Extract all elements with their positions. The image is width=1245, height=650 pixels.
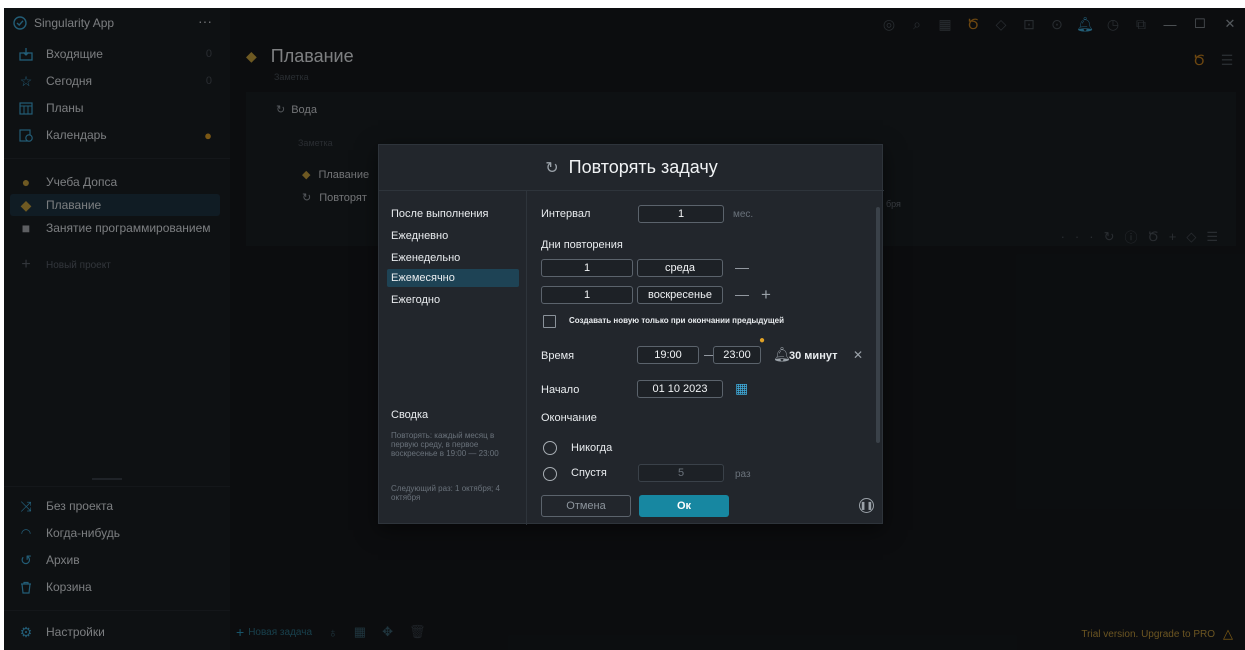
interval-unit: мес.	[733, 209, 754, 220]
summary-title: Сводка	[391, 409, 429, 421]
weekday-select[interactable]: среда	[637, 259, 723, 277]
end-after-unit: раз	[735, 469, 751, 480]
interval-input[interactable]: 1	[638, 205, 724, 223]
option-weekly[interactable]: Еженедельно	[387, 249, 519, 267]
interval-label: Интервал	[541, 208, 591, 220]
option-yearly[interactable]: Ежегодно	[387, 291, 519, 309]
time-start-input[interactable]: 19:00	[637, 346, 699, 364]
next-occurrence: Следующий раз: 1 октября; 4 октября	[391, 484, 500, 502]
ok-button[interactable]: Ок	[639, 495, 729, 517]
remove-icon[interactable]: —	[735, 259, 749, 275]
close-icon[interactable]: ✕	[853, 348, 863, 362]
dialog-title: ↻ Повторять задачу	[379, 145, 884, 191]
option-after-completion[interactable]: После выполнения	[387, 205, 519, 223]
calendar-icon[interactable]: ▦	[735, 380, 748, 397]
end-after-radio[interactable]	[543, 467, 557, 481]
time-end-input[interactable]: 23:00	[713, 346, 761, 364]
end-never-label: Никогда	[571, 442, 613, 454]
remove-icon[interactable]: —	[735, 286, 749, 302]
scrollbar[interactable]	[876, 207, 880, 443]
cancel-button[interactable]: Отмена	[541, 495, 631, 517]
day-number-input[interactable]: 1	[541, 259, 633, 277]
end-never-radio[interactable]	[543, 441, 557, 455]
repeat-options: После выполнения Ежедневно Еженедельно Е…	[379, 191, 527, 525]
start-label: Начало	[541, 384, 580, 396]
repeat-icon: ↻	[545, 159, 559, 177]
summary-text: Повторять: каждый месяц в первую среду, …	[391, 431, 499, 458]
day-number-input[interactable]: 1	[541, 286, 633, 304]
days-label: Дни повторения	[541, 239, 623, 251]
end-after-label: Спустя	[571, 467, 607, 479]
option-daily[interactable]: Ежедневно	[387, 227, 519, 245]
pro-crown-icon: ●	[759, 335, 766, 346]
weekday-select[interactable]: воскресенье	[637, 286, 723, 304]
pause-icon[interactable]: ❚❚	[859, 498, 874, 513]
create-after-checkbox[interactable]	[543, 315, 556, 328]
time-label: Время	[541, 350, 575, 362]
end-label: Окончание	[541, 412, 597, 424]
app-window: Singularity App ··· Входящие 0 ☆ Сегодня…	[4, 8, 1245, 650]
dialog-title-text: Повторять задачу	[568, 157, 718, 177]
reminder-value[interactable]: 30 минут	[789, 350, 837, 362]
start-date-input[interactable]: 01 10 2023	[637, 380, 723, 398]
repeat-task-dialog: ↻ Повторять задачу После выполнения Ежед…	[378, 144, 884, 525]
create-after-label: Создавать новую только при окончании пре…	[569, 316, 784, 325]
end-after-input[interactable]: 5	[638, 464, 724, 482]
add-icon[interactable]: +	[761, 285, 771, 305]
option-monthly[interactable]: Ежемесячно	[387, 269, 519, 287]
